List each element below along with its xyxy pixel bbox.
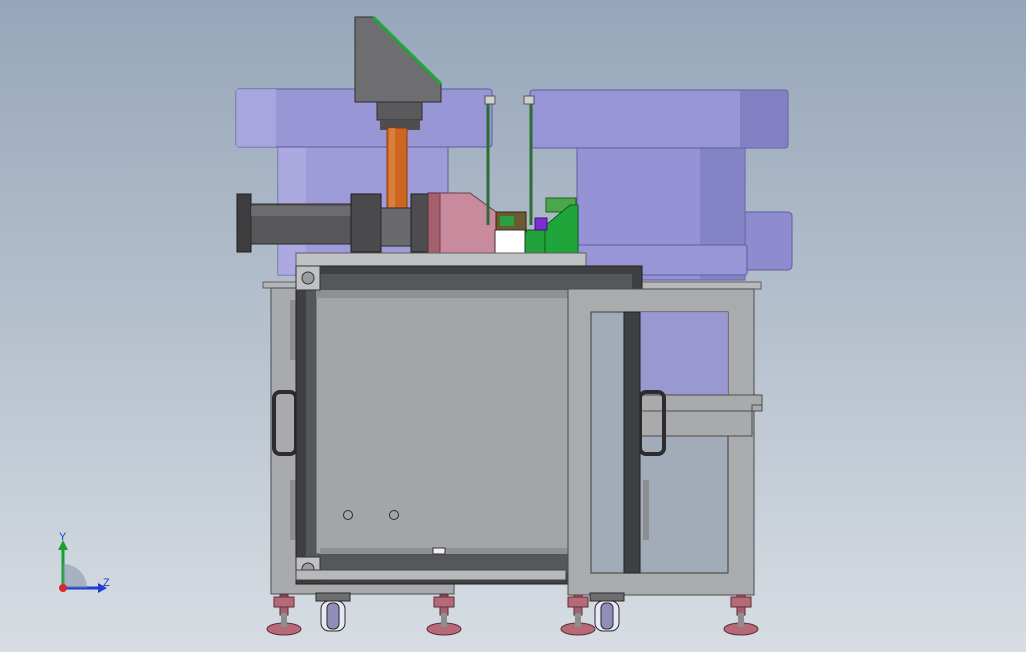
pink-block [427,192,441,254]
hopper [354,16,442,103]
pneumatic-cylinder[interactable] [236,192,497,254]
foot [723,594,759,636]
cad-viewport[interactable]: Y Z [0,0,1026,652]
right-bowl-side-disc [741,211,793,271]
coordinate-triad-icon: Y Z [50,530,120,600]
foot [266,594,302,636]
machine-assembly-model[interactable] [0,0,1026,652]
y-axis-label: Y [59,531,67,543]
z-axis-label: Z [103,577,110,589]
foot [426,594,462,636]
caster-wheel [589,592,625,632]
cabinet-panel [315,289,573,555]
top-plate [295,252,587,267]
right-frame[interactable] [567,288,763,596]
caster-wheel [315,592,351,632]
